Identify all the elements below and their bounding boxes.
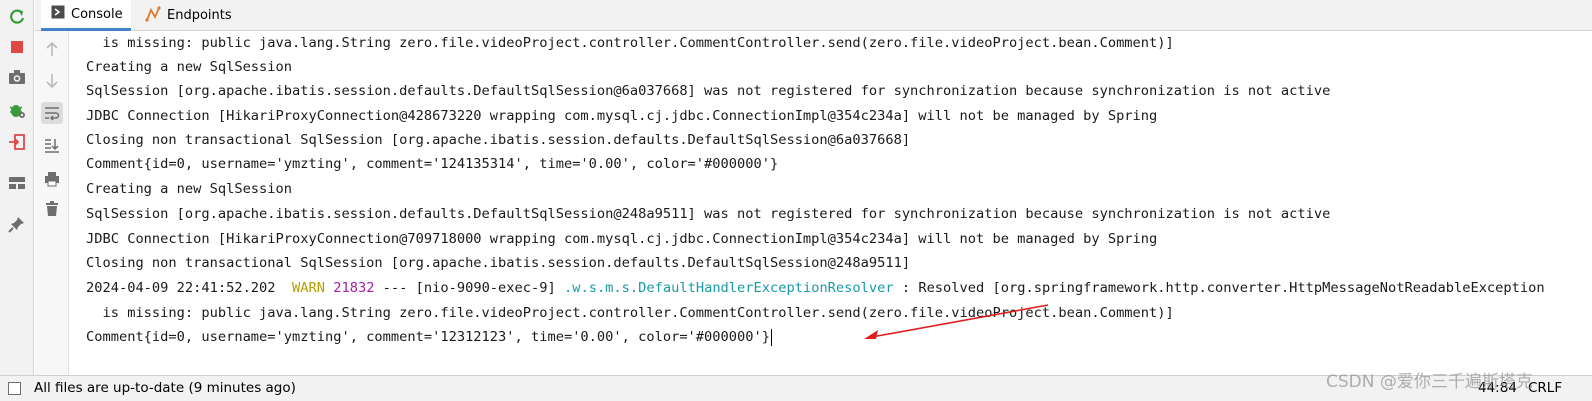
watermark: CSDN @爱你三千遍斯塔克 <box>1326 372 1533 392</box>
log-timestamp: 2024-04-09 22:41:52.202 <box>86 280 293 296</box>
text-caret <box>770 328 772 346</box>
endpoints-icon <box>145 5 161 26</box>
console-line: Closing non transactional SqlSession [or… <box>86 132 911 148</box>
exit-icon[interactable] <box>6 131 28 153</box>
tab-console[interactable]: Console <box>41 0 131 31</box>
console-line-text: Comment{id=0, username='ymzting', commen… <box>86 329 770 345</box>
status-toggle-icon[interactable] <box>8 382 21 395</box>
console-line: JDBC Connection [HikariProxyConnection@4… <box>86 108 1158 124</box>
console-line: Comment{id=0, username='ymzting', commen… <box>86 156 779 172</box>
arrow-down-icon[interactable] <box>41 70 63 92</box>
log-logger: .w.s.m.s.DefaultHandlerExceptionResolver <box>563 280 894 296</box>
log-thread: --- [nio-9090-exec-9] <box>374 280 564 296</box>
debug-settings-icon[interactable] <box>6 99 28 121</box>
ide-run-window: Console Endpoints is missing: public jav… <box>0 0 1592 401</box>
console-log-line-warn: 2024-04-09 22:41:52.202 WARN 21832 --- [… <box>86 276 1545 300</box>
run-toolbar <box>0 0 34 375</box>
console-icon <box>51 5 65 23</box>
trash-icon[interactable] <box>41 198 63 220</box>
camera-icon[interactable] <box>6 66 28 88</box>
line-ending[interactable]: CRLF <box>1528 380 1562 396</box>
log-message: : Resolved [org.springframework.http.con… <box>893 280 1545 296</box>
console-line: SqlSession [org.apache.ibatis.session.de… <box>86 83 1331 99</box>
log-pid: 21832 <box>333 280 375 296</box>
log-level: WARN <box>292 280 325 296</box>
tool-window-tabs: Console Endpoints <box>35 0 1592 31</box>
tab-endpoints[interactable]: Endpoints <box>135 0 235 31</box>
stop-icon[interactable] <box>6 36 28 58</box>
tab-console-label: Console <box>71 6 123 22</box>
status-message: All files are up-to-date (9 minutes ago) <box>34 380 296 396</box>
console-line-last: Comment{id=0, username='ymzting', commen… <box>86 325 772 349</box>
annotation-arrow <box>864 304 1049 339</box>
console-line: SqlSession [org.apache.ibatis.session.de… <box>86 206 1331 222</box>
rerun-icon[interactable] <box>6 6 28 28</box>
tab-endpoints-label: Endpoints <box>167 8 232 23</box>
console-line: is missing: public java.lang.String zero… <box>86 35 1174 51</box>
print-icon[interactable] <box>41 168 63 190</box>
console-line: Closing non transactional SqlSession [or… <box>86 255 911 271</box>
console-line: Creating a new SqlSession <box>86 181 293 197</box>
pin-icon[interactable] <box>6 213 28 235</box>
console-line: Creating a new SqlSession <box>86 59 293 75</box>
console-toolbar <box>35 31 69 375</box>
layout-icon[interactable] <box>6 172 28 194</box>
arrow-up-icon[interactable] <box>41 38 63 60</box>
soft-wrap-icon[interactable] <box>41 102 63 124</box>
scroll-to-end-icon[interactable] <box>41 134 63 156</box>
console-output[interactable]: is missing: public java.lang.String zero… <box>70 31 1592 375</box>
console-line: JDBC Connection [HikariProxyConnection@7… <box>86 231 1158 247</box>
